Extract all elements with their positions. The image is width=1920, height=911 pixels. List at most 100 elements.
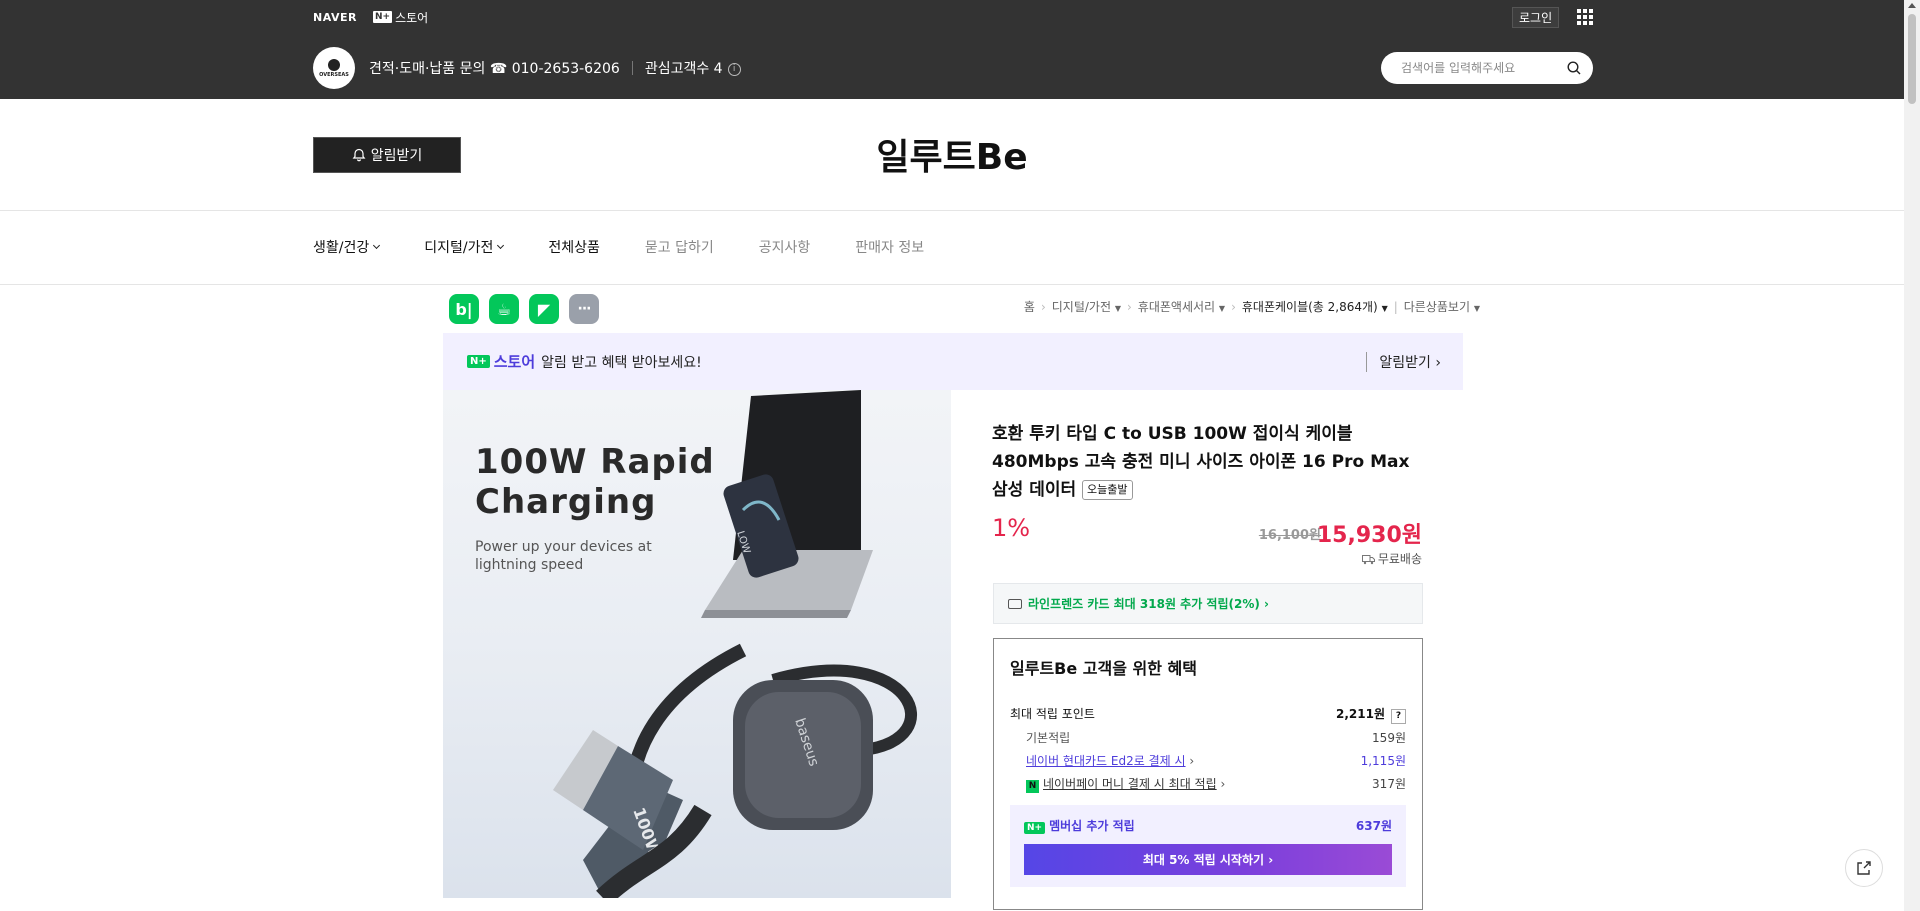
interest-text: 관심고객수 4 xyxy=(644,61,723,77)
npay-label: N 네이버페이 머니 결제 시 최대 적립 › xyxy=(1010,775,1225,793)
store-avatar[interactable]: OVERSEAS xyxy=(313,47,355,89)
contact-info: 견적·도매·납품 문의 ☎ 010-2653-6206 xyxy=(369,61,620,77)
basic-points-row: 기본적립 159원 xyxy=(1010,729,1406,746)
benefit-title: 일루트Be 고객을 위한 혜택 xyxy=(1010,659,1197,678)
share-icon xyxy=(1857,861,1871,875)
npay-link[interactable]: 네이버페이 머니 결제 시 최대 적립 xyxy=(1043,777,1217,791)
product-title-text: 호환 투키 타입 C to USB 100W 접이식 케이블 480Mbps 고… xyxy=(992,424,1410,500)
search-box xyxy=(1381,52,1593,84)
store-title[interactable]: 일루트Be xyxy=(0,128,1904,180)
nav-label: 묻고 답하기 xyxy=(644,240,714,256)
page-scrollbar[interactable] xyxy=(1904,0,1920,911)
membership-value: 637원 xyxy=(1355,819,1392,833)
scroll-up-arrow-icon[interactable] xyxy=(1908,3,1916,8)
nav-item-health[interactable]: 생활/건강 xyxy=(313,237,381,257)
breadcrumb-other-products[interactable]: 다른상품보기 ▼ xyxy=(1404,298,1480,315)
caret-down-icon: ▼ xyxy=(1114,304,1121,313)
membership-row: N+ 멤버십 추가 적립 637원 xyxy=(1024,817,1392,834)
question-icon[interactable]: ? xyxy=(1391,709,1406,724)
notification-banner[interactable]: N+ 스토어 알림 받고 혜택 받아보세요! 알림받기 › xyxy=(443,333,1463,390)
breadcrumb-digital[interactable]: 디지털/가전 ▼ xyxy=(1052,298,1121,315)
nav-label: 생활/건강 xyxy=(313,240,370,256)
nplus-store-link[interactable]: N+ 스토어 xyxy=(372,9,428,26)
product-title: 호환 투키 타입 C to USB 100W 접이식 케이블 480Mbps 고… xyxy=(992,420,1424,504)
nav-item-seller-info[interactable]: 판매자 정보 xyxy=(855,237,924,257)
top-header: NAVER N+ 스토어 로그인 OVERSEAS 견적·도매·납품 문의 ☎ … xyxy=(0,0,1904,99)
membership-label-text: 멤버십 추가 적립 xyxy=(1049,819,1135,833)
breadcrumb-label: 휴대폰케이블(총 2,864개) xyxy=(1241,300,1378,314)
more-share-icon[interactable]: ··· xyxy=(569,294,599,324)
membership-box: N+ 멤버십 추가 적립 637원 최대 5% 적립 시작하기 › xyxy=(1010,805,1406,887)
original-price: 16,100원 xyxy=(1258,528,1321,543)
breadcrumb-label: 다른상품보기 xyxy=(1403,300,1471,314)
basic-points-label: 기본적립 xyxy=(1026,731,1071,745)
divider xyxy=(631,61,633,75)
chevron-down-icon xyxy=(373,241,381,250)
category-nav: 생활/건강 디지털/가전 전체상품 묻고 답하기 공지사항 판매자 정보 xyxy=(313,237,969,257)
banner-message: 알림 받고 혜택 받아보세요! xyxy=(541,354,702,371)
search-input[interactable] xyxy=(1401,61,1561,75)
hyundai-card-label: 네이버 현대카드 Ed2로 결제 시 › xyxy=(1026,754,1195,768)
nav-item-notice[interactable]: 공지사항 xyxy=(759,237,811,257)
card-benefit-box[interactable]: 라인프렌즈 카드 최대 318원 추가 적립(2%) › xyxy=(993,583,1423,624)
breadcrumb-cable[interactable]: 휴대폰케이블(총 2,864개) ▼ xyxy=(1242,298,1388,315)
product-image[interactable]: 100W Rapid Charging Power up your devices… xyxy=(443,390,951,898)
card-icon xyxy=(1008,598,1022,609)
divider xyxy=(0,210,1904,211)
price-row: 1% 16,100원 15,930원 xyxy=(992,514,1422,548)
hyundai-card-link[interactable]: 네이버 현대카드 Ed2로 결제 시 xyxy=(1026,754,1186,768)
chevron-down-icon xyxy=(497,241,505,250)
caret-down-icon: ▼ xyxy=(1473,304,1480,313)
nav-label: 디지털/가전 xyxy=(424,240,494,256)
discount-rate: 1% xyxy=(992,514,1031,542)
nav-item-all-products[interactable]: 전체상품 xyxy=(548,237,600,257)
caret-down-icon: ▼ xyxy=(1218,304,1226,313)
breadcrumb-label: 디지털/가전 xyxy=(1051,300,1111,314)
blog-share-icon[interactable]: b| xyxy=(449,294,479,324)
breadcrumb-accessory[interactable]: 휴대폰액세서리 ▼ xyxy=(1138,298,1225,315)
today-ship-badge: 오늘출발 xyxy=(1082,480,1133,500)
breadcrumb-separator: › xyxy=(1126,299,1132,314)
basic-points-value: 159원 xyxy=(1372,731,1406,745)
divider xyxy=(0,284,1904,285)
breadcrumb-home[interactable]: 홈 xyxy=(1024,298,1035,315)
apps-grid-icon[interactable] xyxy=(1577,9,1593,25)
breadcrumb-label: 휴대폰액세서리 xyxy=(1137,300,1216,314)
share-button[interactable] xyxy=(1845,849,1883,887)
product-info: 호환 투키 타입 C to USB 100W 접이식 케이블 480Mbps 고… xyxy=(992,420,1424,504)
npay-row: N 네이버페이 머니 결제 시 최대 적립 › 317원 xyxy=(1010,775,1406,793)
nav-item-digital[interactable]: 디지털/가전 xyxy=(424,237,505,257)
max-points-amount: 2,211원 xyxy=(1336,707,1385,721)
product-illustration: LOW baseus 100W xyxy=(553,390,918,898)
cafe-share-icon[interactable]: ☕ xyxy=(489,294,519,324)
hyundai-card-row: 네이버 현대카드 Ed2로 결제 시 › 1,115원 xyxy=(1010,752,1406,769)
banner-alarm-link[interactable]: 알림받기 › xyxy=(1366,352,1441,372)
truck-icon xyxy=(1361,555,1375,565)
max-points-label: 최대 적립 포인트 xyxy=(1010,707,1095,721)
nav-label: 전체상품 xyxy=(548,240,600,256)
breadcrumb: 홈 › 디지털/가전 ▼ › 휴대폰액세서리 ▼ › 휴대폰케이블(총 2,86… xyxy=(1024,298,1480,315)
share-icons: b| ☕ ◤ ··· xyxy=(449,294,599,324)
nplus-icon: N+ xyxy=(372,11,393,23)
naver-bar: NAVER N+ 스토어 xyxy=(313,8,428,26)
shipping-info: 무료배송 xyxy=(992,550,1422,567)
login-button[interactable]: 로그인 xyxy=(1512,7,1560,28)
store-info-row: OVERSEAS 견적·도매·납품 문의 ☎ 010-2653-6206 관심고… xyxy=(313,47,741,89)
scroll-thumb[interactable] xyxy=(1908,14,1916,104)
info-icon[interactable]: i xyxy=(727,62,741,76)
start-points-button[interactable]: 최대 5% 적립 시작하기 › xyxy=(1024,844,1392,875)
max-points-value: 2,211원? xyxy=(1336,705,1406,724)
breadcrumb-separator: › xyxy=(1231,299,1236,314)
sale-price: 15,930원 xyxy=(1316,523,1422,548)
naver-logo[interactable]: NAVER xyxy=(313,11,357,24)
breadcrumb-separator: | xyxy=(1393,299,1398,314)
search-icon[interactable] xyxy=(1567,61,1581,75)
nplus-icon: N+ xyxy=(1024,822,1046,834)
benefit-panel: 일루트Be 고객을 위한 혜택 최대 적립 포인트 2,211원? 기본적립 1… xyxy=(993,638,1423,910)
nav-label: 판매자 정보 xyxy=(855,240,925,256)
npay-icon: N xyxy=(1026,780,1039,793)
avatar-text: OVERSEAS xyxy=(319,71,349,78)
bookmark-share-icon[interactable]: ◤ xyxy=(529,294,559,324)
nav-item-qna[interactable]: 묻고 답하기 xyxy=(645,237,714,257)
membership-label: N+ 멤버십 추가 적립 xyxy=(1024,817,1135,834)
